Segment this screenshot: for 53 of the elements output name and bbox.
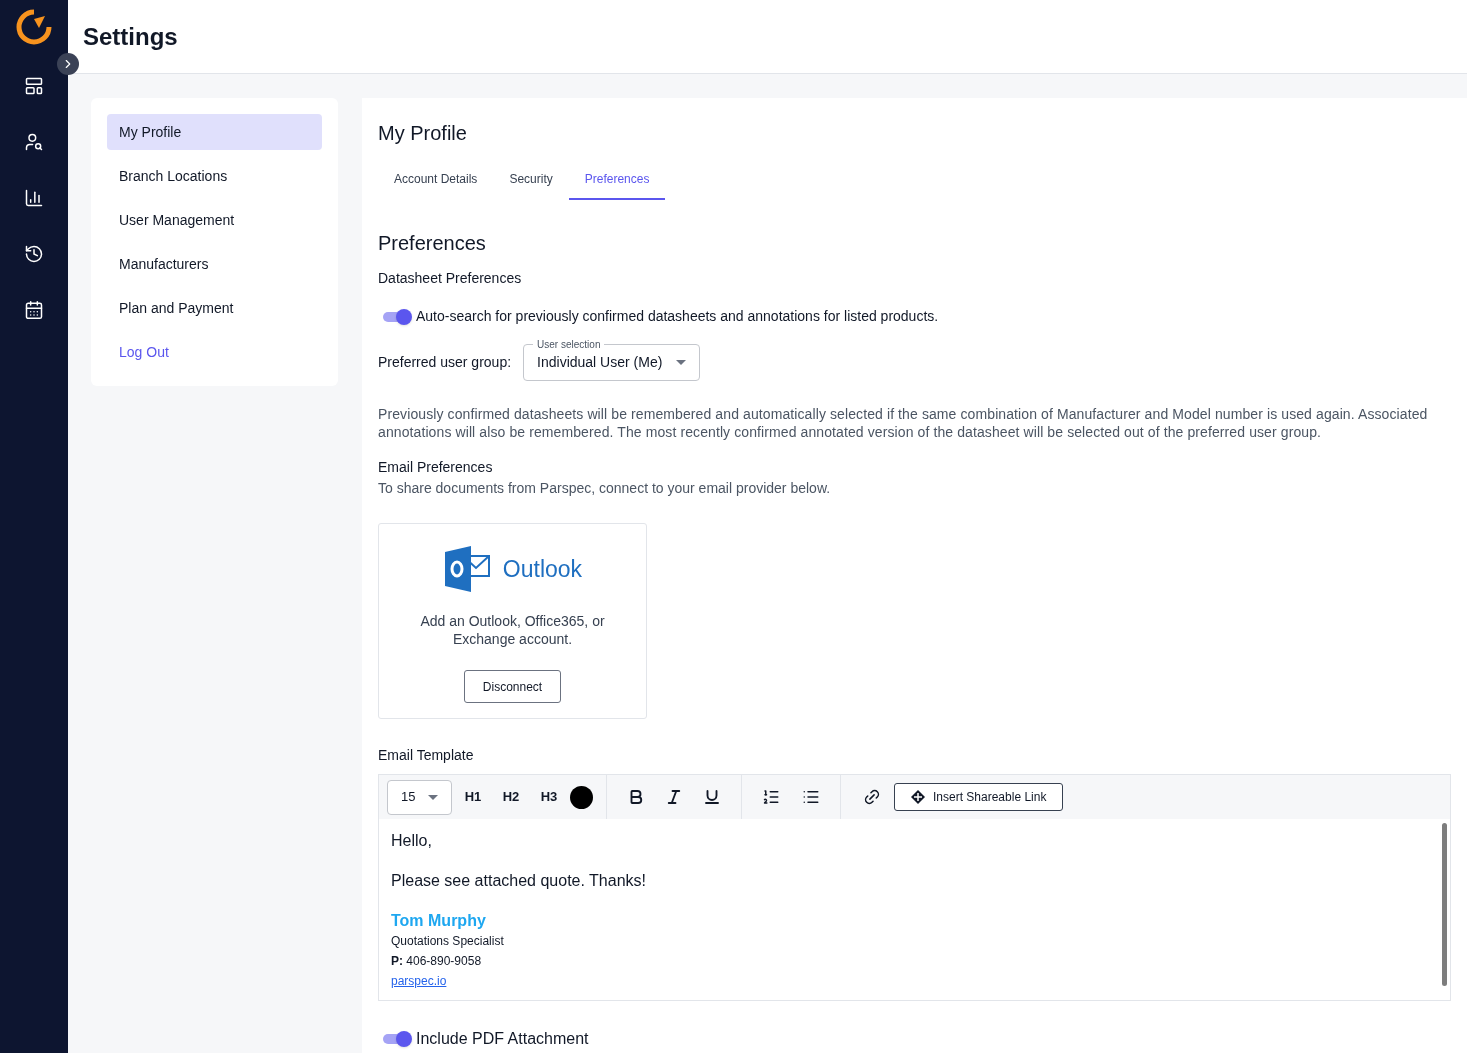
bulleted-list-icon[interactable] xyxy=(802,788,820,806)
caret-icon xyxy=(428,794,438,800)
tab[interactable]: Security xyxy=(493,160,569,200)
signature-name: Tom Murphy xyxy=(391,911,486,931)
user-search-icon[interactable] xyxy=(24,132,44,152)
scrollbar[interactable] xyxy=(1442,823,1447,986)
diamond-logo-icon xyxy=(911,790,925,804)
layout-icon[interactable] xyxy=(24,76,44,96)
heading-button[interactable]: H3 xyxy=(532,782,566,812)
history-icon[interactable] xyxy=(24,244,44,264)
signature-phone: P: 406-890-9058 xyxy=(391,953,482,970)
underline-icon[interactable] xyxy=(703,788,721,806)
signature-title: Quotations Specialist xyxy=(391,933,504,950)
caret-icon xyxy=(676,360,687,365)
tab[interactable]: Preferences xyxy=(568,160,666,200)
email-message: Please see attached quote. Thanks! xyxy=(391,871,646,891)
template-heading: Email Template xyxy=(378,746,475,765)
preferences-heading: Preferences xyxy=(378,231,487,256)
outlook-logo-icon xyxy=(442,546,491,592)
outlook-name: Outlook xyxy=(502,554,583,584)
email-description: To share documents from Parspec, connect to your email provider below. xyxy=(378,479,832,498)
tab[interactable]: Account Details xyxy=(378,160,494,200)
datasheet-heading: Datasheet Preferences xyxy=(378,269,523,288)
heading-button[interactable]: H2 xyxy=(494,782,528,812)
menu-item[interactable]: Plan and Payment xyxy=(107,290,322,326)
expand-button[interactable] xyxy=(57,53,79,75)
email-greeting: Hello, xyxy=(391,831,432,851)
include-pdf-label: Include PDF Attachment xyxy=(416,1029,589,1049)
font-size-select[interactable]: 15 xyxy=(387,779,452,815)
bar-chart-icon[interactable] xyxy=(24,188,44,208)
signature-link[interactable]: parspec.io xyxy=(391,971,447,991)
menu-item[interactable]: Log Out xyxy=(107,334,322,370)
autosearch-label: Auto-search for previously confirmed datasheets and annotations for listed products. xyxy=(416,307,939,326)
italic-icon[interactable] xyxy=(665,788,683,806)
menu-item[interactable]: Manufacturers xyxy=(107,246,322,282)
page-title: Settings xyxy=(83,21,178,52)
numbered-list-icon[interactable] xyxy=(762,788,780,806)
link-icon[interactable] xyxy=(863,788,881,806)
user-group-label: Preferred user group: xyxy=(378,353,512,372)
logo-icon xyxy=(15,8,53,46)
provider-description: Add an Outlook, Office365, or Exchange account. xyxy=(419,612,606,648)
disconnect-button[interactable]: Disconnect xyxy=(464,670,561,703)
calendar-icon[interactable] xyxy=(24,300,44,320)
insert-link-button[interactable]: Insert Shareable Link xyxy=(894,783,1064,811)
toggle-switch[interactable] xyxy=(382,1029,412,1049)
datasheet-note: Previously confirmed datasheets will be remembered and automatically selected if the same combination of Manufacturer and Model number is used again. Associated annotations will also be remembered. The most recently confirmed annotated version of the datasheet will be selected out of the preferred user group. xyxy=(378,405,1429,441)
heading-button[interactable]: H1 xyxy=(456,782,490,812)
menu-item[interactable]: Branch Locations xyxy=(107,158,322,194)
email-heading: Email Preferences xyxy=(378,458,494,477)
menu-item[interactable]: My Profile xyxy=(107,114,322,150)
section-title: My Profile xyxy=(378,121,468,146)
text-color-icon[interactable] xyxy=(570,785,593,809)
menu-item[interactable]: User Management xyxy=(107,202,322,238)
